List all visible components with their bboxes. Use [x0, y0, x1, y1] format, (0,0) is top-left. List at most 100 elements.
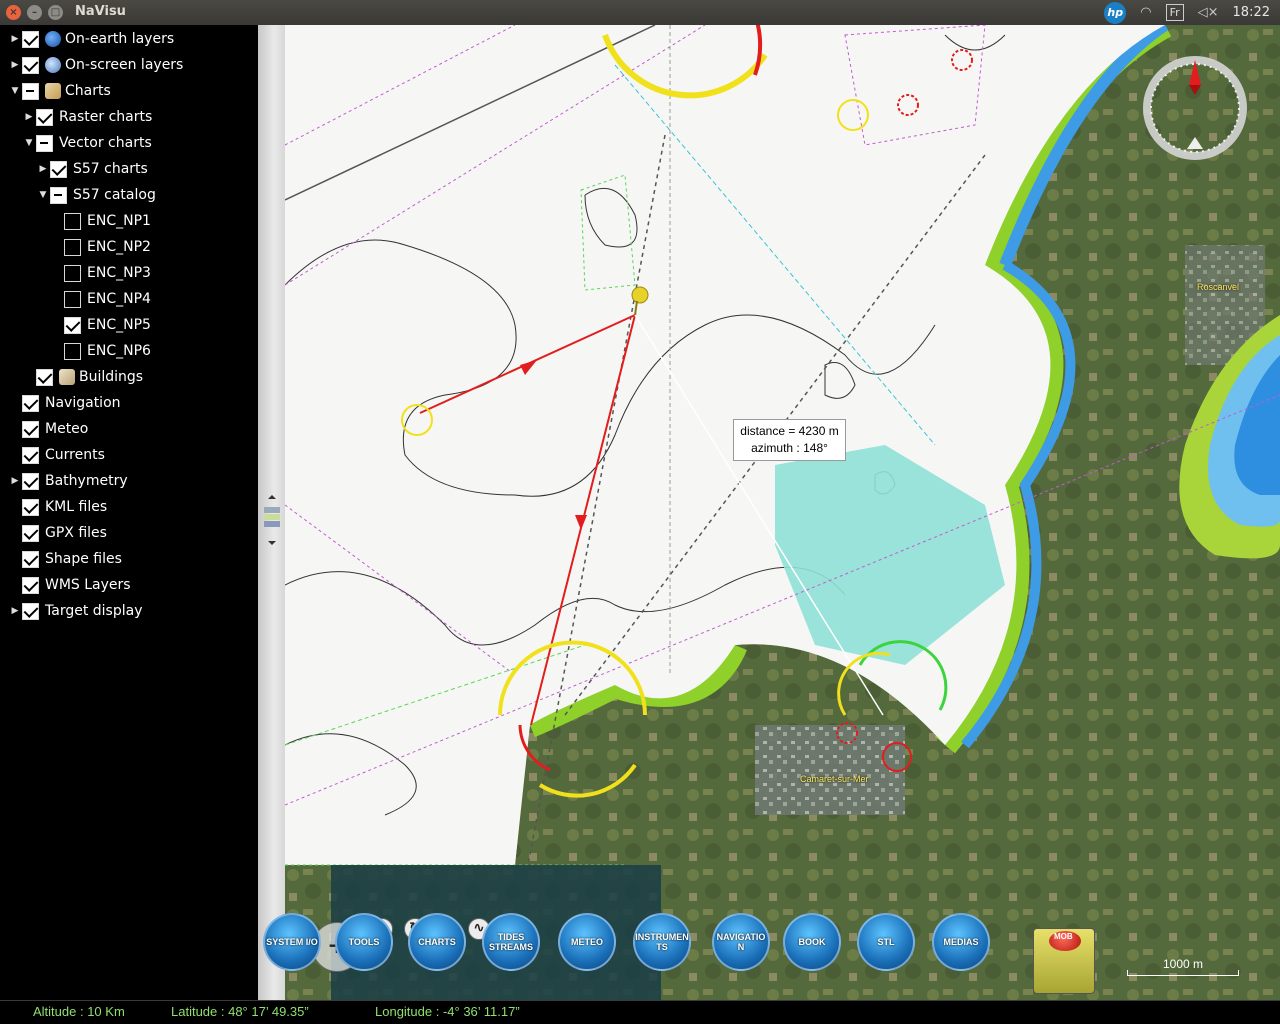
- navigation-button[interactable]: NAVIGATION: [712, 913, 770, 971]
- tree-item-enc-np5[interactable]: ENC_NP5: [50, 312, 151, 338]
- expand-arrow-icon[interactable]: ▶: [36, 164, 50, 174]
- instruments-button[interactable]: INSTRUMENTS: [633, 913, 691, 971]
- tree-item-label: Buildings: [79, 369, 144, 385]
- tree-item-raster-charts[interactable]: ▶ Raster charts: [22, 104, 152, 130]
- tree-item-kml-files[interactable]: KML files: [8, 494, 107, 520]
- tree-item-label: KML files: [45, 499, 108, 515]
- keyboard-layout-indicator[interactable]: Fr: [1165, 4, 1184, 21]
- system-i-o-button[interactable]: SYSTEM I/O: [263, 913, 321, 971]
- expand-arrow-icon[interactable]: ▶: [8, 34, 22, 44]
- layer-checkbox[interactable]: [22, 446, 39, 464]
- tree-item-shape-files[interactable]: Shape files: [8, 546, 122, 572]
- layer-checkbox[interactable]: [22, 576, 39, 594]
- tree-item-meteo[interactable]: Meteo: [8, 416, 88, 442]
- layer-checkbox[interactable]: [22, 56, 39, 74]
- tree-item-wms-layers[interactable]: WMS Layers: [8, 572, 131, 598]
- tree-item-on-earth-layers[interactable]: ▶ On-earth layers: [8, 26, 174, 52]
- tree-item-s57-catalog[interactable]: ▼ S57 catalog: [36, 182, 156, 208]
- layer-checkbox[interactable]: [64, 316, 81, 334]
- tools-button[interactable]: TOOLS: [335, 913, 393, 971]
- tree-item-label: Meteo: [45, 421, 89, 437]
- tree-item-label: S57 charts: [73, 161, 148, 177]
- meteo-button[interactable]: METEO: [558, 913, 616, 971]
- clock[interactable]: 18:22: [1233, 5, 1270, 20]
- expand-arrow-icon[interactable]: ▶: [8, 606, 22, 616]
- expand-arrow-icon[interactable]: ▶: [8, 476, 22, 486]
- layer-checkbox[interactable]: [50, 160, 67, 178]
- layer-checkbox[interactable]: [22, 30, 39, 48]
- tree-item-s57-charts[interactable]: ▶ S57 charts: [36, 156, 148, 182]
- sidebar-splitter[interactable]: [258, 25, 285, 1000]
- layer-checkbox[interactable]: [36, 134, 53, 152]
- tree-item-label: WMS Layers: [45, 577, 131, 593]
- building-icon: [59, 369, 75, 385]
- toolbar-button-label: TIDES STREAMS: [488, 932, 533, 952]
- tree-item-navigation[interactable]: Navigation: [8, 390, 121, 416]
- toolbar-button-label: BOOK: [798, 937, 826, 947]
- collapse-arrow-icon[interactable]: ▼: [22, 138, 36, 148]
- layer-checkbox[interactable]: [22, 472, 39, 490]
- tree-item-charts[interactable]: ▼ Charts: [8, 78, 111, 104]
- layer-checkbox[interactable]: [22, 420, 39, 438]
- screen-icon: [45, 57, 61, 73]
- tree-item-on-screen-layers[interactable]: ▶ On-screen layers: [8, 52, 183, 78]
- minimize-window-button[interactable]: –: [27, 5, 42, 20]
- tree-item-target-display[interactable]: ▶ Target display: [8, 598, 142, 624]
- tree-item-label: Currents: [45, 447, 105, 463]
- expand-arrow-icon[interactable]: ▶: [22, 112, 36, 122]
- layer-checkbox[interactable]: [64, 238, 81, 256]
- volume-muted-icon[interactable]: ◁×: [1198, 5, 1219, 20]
- system-tray: hp ◠ Fr ◁× 18:22: [1104, 0, 1270, 25]
- scale-label: 1000 m: [1162, 957, 1204, 971]
- toolbar-button-label: MEDIAS: [943, 937, 979, 947]
- hp-logo-icon[interactable]: hp: [1104, 1, 1127, 24]
- tree-item-bathymetry[interactable]: ▶ Bathymetry: [8, 468, 128, 494]
- layer-checkbox[interactable]: [22, 82, 39, 100]
- maximize-window-button[interactable]: □: [48, 5, 63, 20]
- stl-button[interactable]: STL: [857, 913, 915, 971]
- book-button[interactable]: BOOK: [783, 913, 841, 971]
- nautical-chart[interactable]: [285, 25, 1280, 1000]
- globe-icon: [45, 31, 61, 47]
- tree-item-label: ENC_NP5: [87, 317, 151, 333]
- tree-item-enc-np4[interactable]: ENC_NP4: [50, 286, 151, 312]
- charts-button[interactable]: CHARTS: [408, 913, 466, 971]
- layer-checkbox[interactable]: [22, 550, 39, 568]
- collapse-arrow-icon[interactable]: ▼: [8, 86, 22, 96]
- tree-item-label: S57 catalog: [73, 187, 156, 203]
- tree-item-enc-np2[interactable]: ENC_NP2: [50, 234, 151, 260]
- layer-checkbox[interactable]: [36, 108, 53, 126]
- tree-item-label: Shape files: [45, 551, 122, 567]
- layer-checkbox[interactable]: [22, 498, 39, 516]
- layer-checkbox[interactable]: [22, 394, 39, 412]
- tree-item-enc-np1[interactable]: ENC_NP1: [50, 208, 151, 234]
- splitter-handle-icon[interactable]: [261, 495, 283, 545]
- layer-checkbox[interactable]: [64, 290, 81, 308]
- distance-tooltip: distance = 4230 m azimuth : 148°: [733, 419, 846, 461]
- layer-checkbox[interactable]: [22, 524, 39, 542]
- tree-item-enc-np3[interactable]: ENC_NP3: [50, 260, 151, 286]
- layer-checkbox[interactable]: [22, 602, 39, 620]
- tree-item-vector-charts[interactable]: ▼ Vector charts: [22, 130, 152, 156]
- tides-streams-button[interactable]: TIDES STREAMS: [482, 913, 540, 971]
- man-overboard-button[interactable]: MOB: [1033, 928, 1095, 994]
- medias-button[interactable]: MEDIAS: [932, 913, 990, 971]
- layer-checkbox[interactable]: [36, 368, 53, 386]
- collapse-arrow-icon[interactable]: ▼: [36, 190, 50, 200]
- layer-checkbox[interactable]: [64, 264, 81, 282]
- tree-item-buildings[interactable]: Buildings: [22, 364, 143, 390]
- tree-item-gpx-files[interactable]: GPX files: [8, 520, 107, 546]
- close-window-button[interactable]: ×: [6, 5, 21, 20]
- layer-checkbox[interactable]: [50, 186, 67, 204]
- toolbar-button-label: METEO: [570, 937, 603, 947]
- place-label-roscanvel: Roscanvel: [1197, 282, 1240, 292]
- tree-item-currents[interactable]: Currents: [8, 442, 105, 468]
- expand-arrow-icon[interactable]: ▶: [8, 60, 22, 70]
- tree-item-enc-np6[interactable]: ENC_NP6: [50, 338, 151, 364]
- wifi-icon[interactable]: ◠: [1140, 5, 1151, 20]
- layer-checkbox[interactable]: [64, 212, 81, 230]
- tree-item-label: GPX files: [45, 525, 107, 541]
- layer-checkbox[interactable]: [64, 342, 81, 360]
- map-view[interactable]: distance = 4230 m azimuth : 148° Roscanv…: [285, 25, 1280, 1000]
- tree-item-label: ENC_NP1: [87, 213, 151, 229]
